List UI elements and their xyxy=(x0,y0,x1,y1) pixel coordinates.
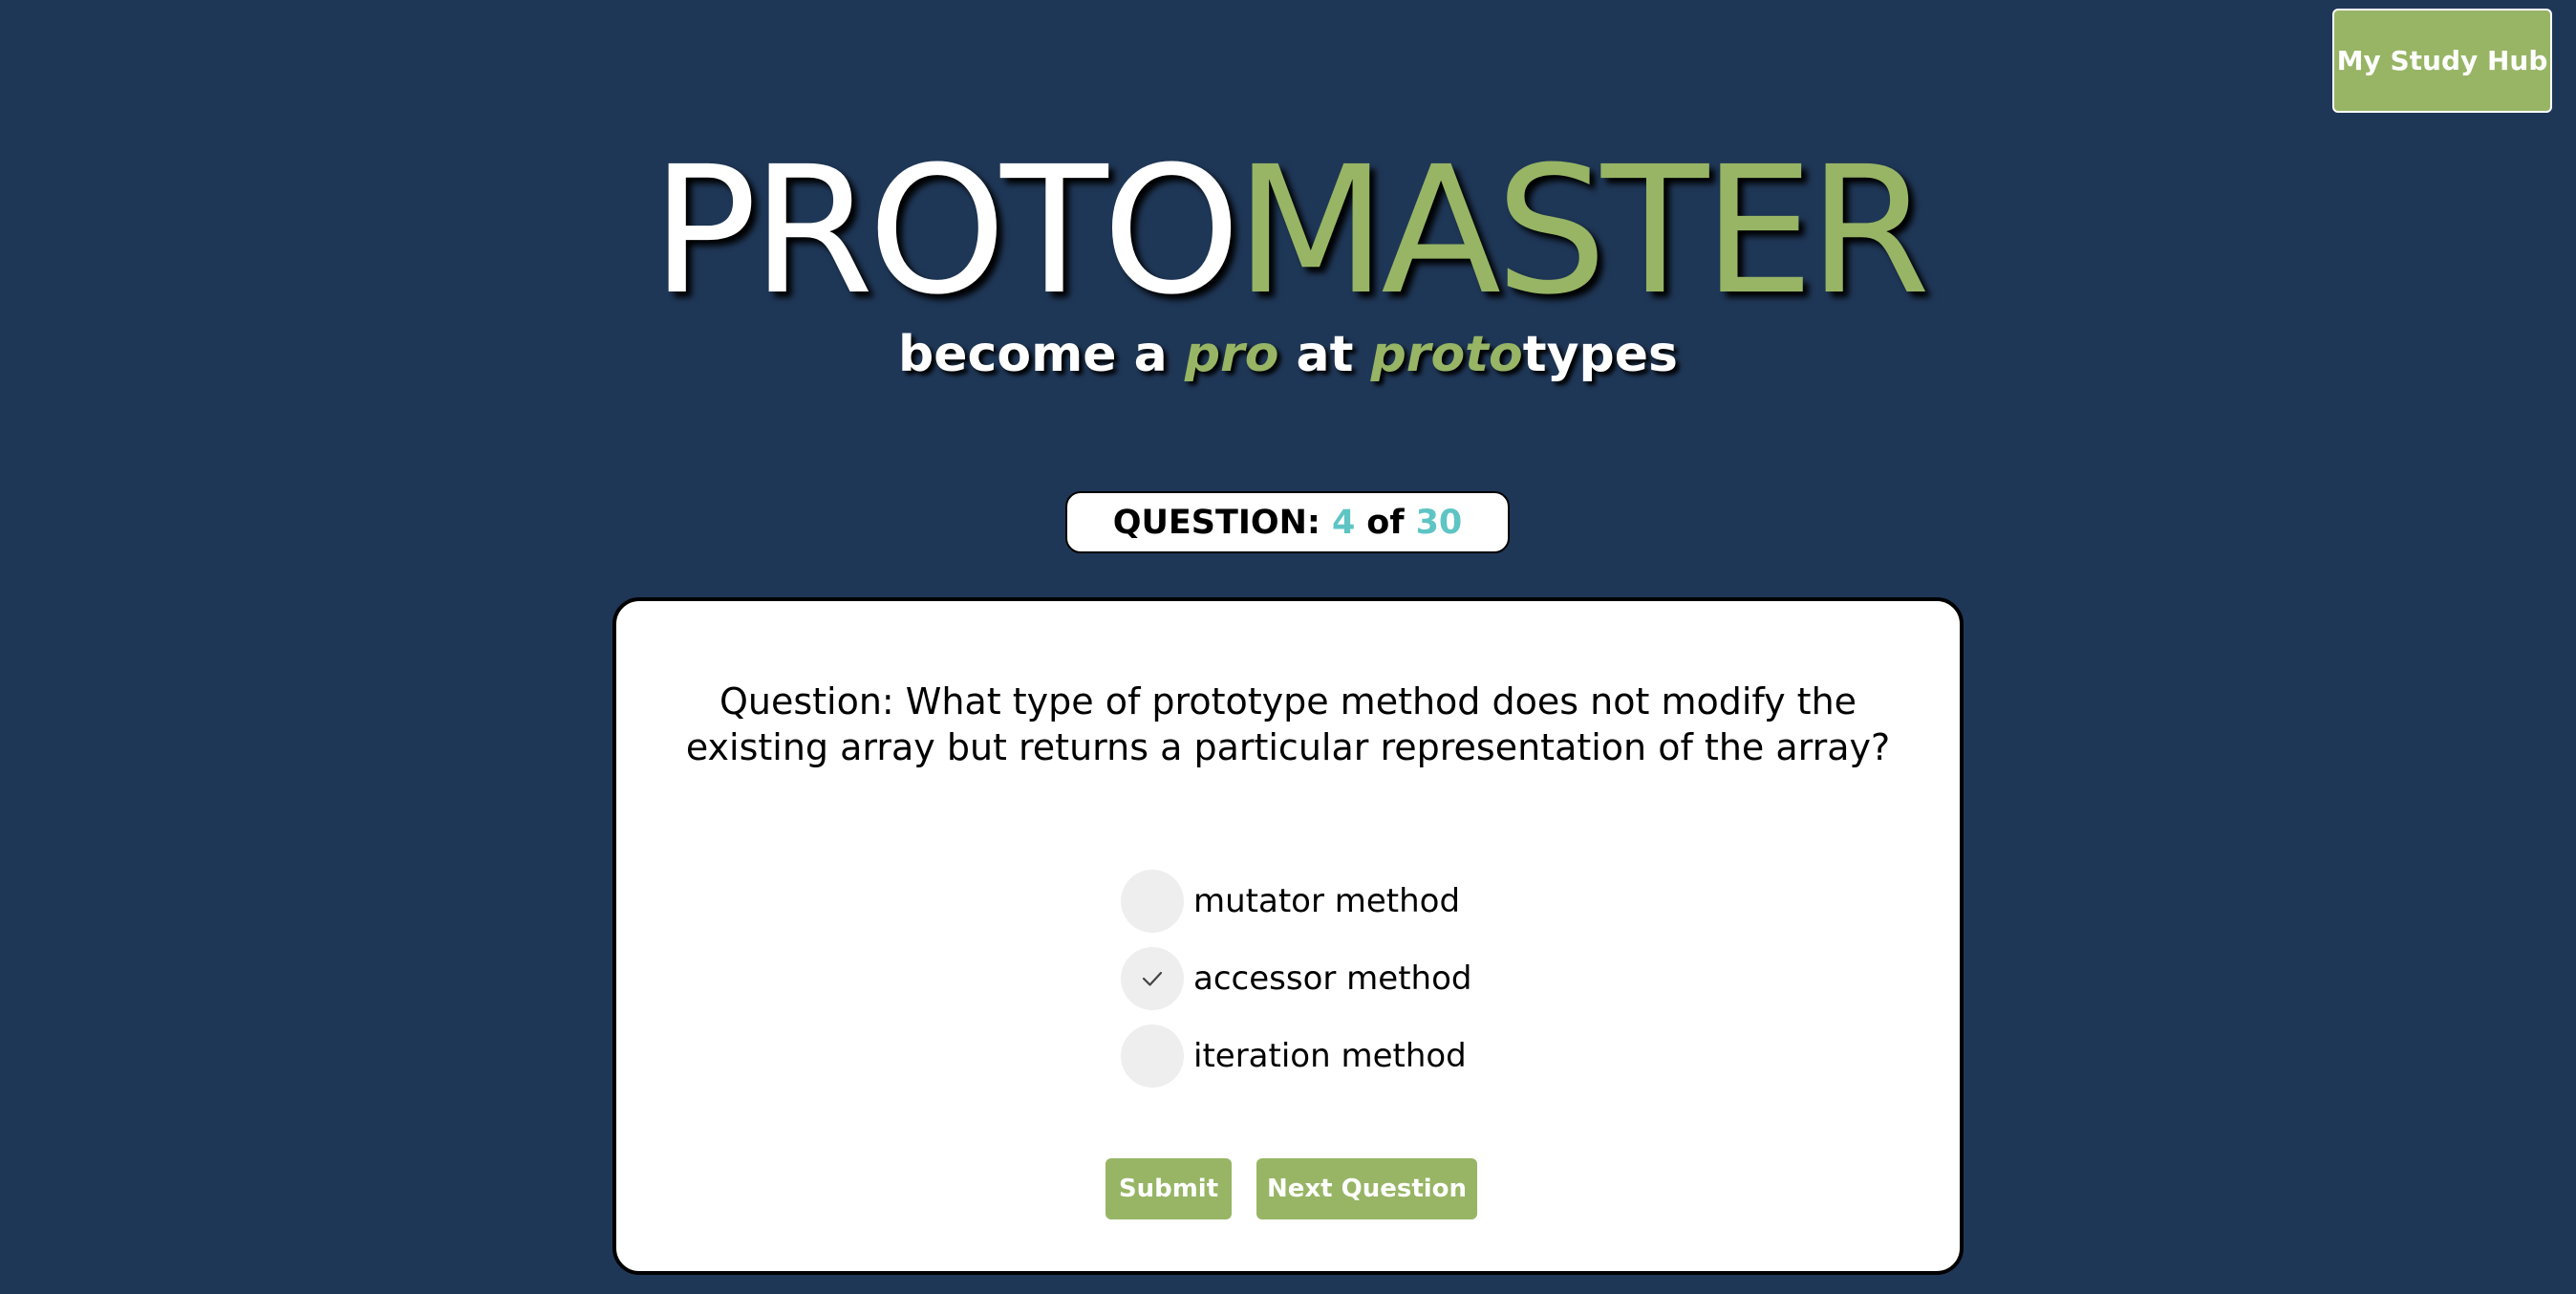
tagline-text-1: become a xyxy=(898,326,1185,383)
tagline-text-2: at xyxy=(1278,326,1371,383)
tagline-text-3: types xyxy=(1522,326,1678,383)
radio-button[interactable] xyxy=(1121,1024,1184,1088)
tagline: become a pro at prototypes xyxy=(0,321,2576,388)
question-card: Question: What type of prototype method … xyxy=(612,597,1964,1275)
logo: PROTOMASTER xyxy=(0,136,2576,327)
answer-option-iteration[interactable]: iteration method xyxy=(1121,1024,1467,1089)
question-text: Question: What type of prototype method … xyxy=(685,680,1891,768)
logo-part-proto: PROTO xyxy=(651,129,1241,334)
submit-button[interactable]: Submit xyxy=(1106,1158,1232,1219)
radio-button[interactable] xyxy=(1121,870,1184,933)
logo-part-master: MASTER xyxy=(1234,129,1930,334)
next-question-button[interactable]: Next Question xyxy=(1256,1158,1477,1219)
my-study-hub-button[interactable]: My Study Hub xyxy=(2332,9,2552,113)
question-counter-of: of xyxy=(1366,503,1405,542)
answer-option-label: iteration method xyxy=(1193,1037,1467,1075)
answer-option-mutator[interactable]: mutator method xyxy=(1121,869,1460,934)
checkmark-icon xyxy=(1142,971,1163,986)
question-current-number: 4 xyxy=(1331,503,1356,542)
question-counter: QUESTION: 4 of 30 xyxy=(1065,491,1510,553)
tagline-highlight-proto: proto xyxy=(1370,326,1523,383)
question-counter-label: QUESTION: xyxy=(1112,503,1320,542)
answer-option-label: mutator method xyxy=(1193,882,1461,920)
answer-option-label: accessor method xyxy=(1193,960,1472,998)
question-total-number: 30 xyxy=(1415,503,1463,542)
radio-button[interactable] xyxy=(1121,947,1184,1010)
answer-option-accessor[interactable]: accessor method xyxy=(1121,946,1471,1011)
tagline-highlight-pro: pro xyxy=(1184,326,1279,383)
